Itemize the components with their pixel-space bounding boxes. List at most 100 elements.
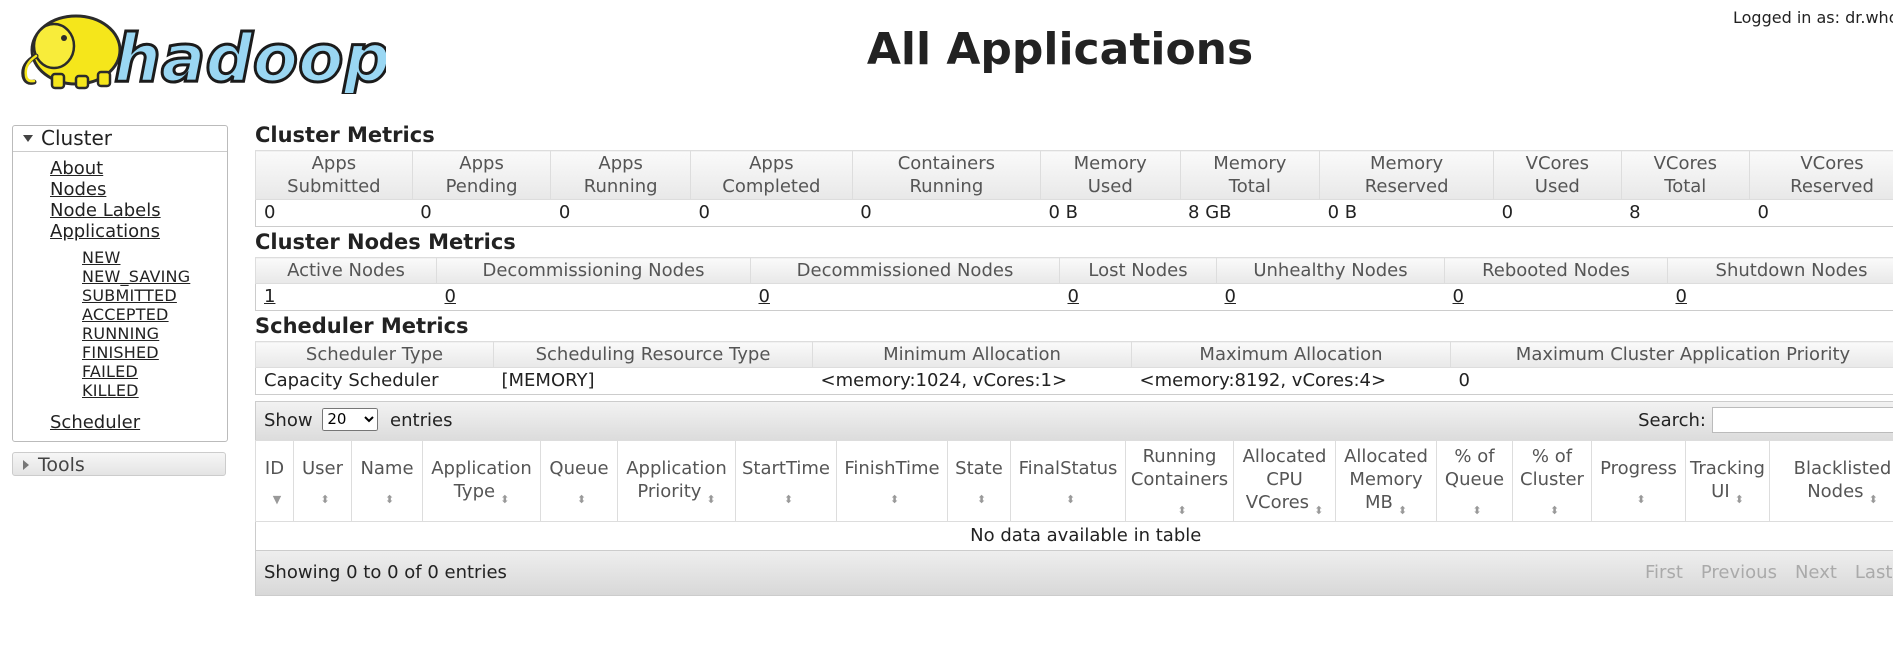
sort-icon: ⬍ — [976, 492, 987, 506]
empty-table-row: No data available in table — [255, 521, 1893, 551]
node-metrics-header-row: Active Nodes Decommissioning Nodes Decom… — [255, 257, 1893, 284]
node-metrics-title: Cluster Nodes Metrics — [255, 230, 516, 254]
metric-value: 0 B — [1319, 199, 1494, 227]
nav-state-running[interactable]: RUNNING — [82, 324, 159, 343]
column-header-user[interactable]: User ⬍ — [293, 440, 352, 522]
column-header[interactable]: Minimum Allocation — [812, 341, 1132, 368]
column-header-blacklisted-nodes[interactable]: Blacklisted Nodes ⬍ — [1769, 440, 1893, 522]
rebooted-nodes-link[interactable]: 0 — [1453, 286, 1464, 307]
column-header[interactable]: Apps Submitted — [255, 150, 413, 200]
metric-value: 0 — [690, 199, 853, 227]
main-content: Cluster Metrics Apps Submitted Apps Pendin… — [255, 120, 1893, 596]
sort-icon: ⬍ — [576, 492, 587, 506]
column-header[interactable]: Apps Running — [550, 150, 691, 200]
pager-last-button[interactable]: Last — [1846, 562, 1893, 583]
shutdown-nodes-link[interactable]: 0 — [1676, 286, 1687, 307]
column-header-tracking-ui[interactable]: Tracking UI ⬍ — [1685, 440, 1770, 522]
column-header[interactable]: Shutdown Nodes — [1667, 257, 1893, 284]
column-header[interactable]: Rebooted Nodes — [1444, 257, 1668, 284]
nav-state-submitted[interactable]: SUBMITTED — [82, 286, 177, 305]
applications-table-wrapper: Show 20 entries Search: ID ▼ User ⬍ Name ⬍ … — [255, 401, 1893, 596]
column-header[interactable]: Maximum Cluster Application Priority — [1450, 341, 1893, 368]
column-header[interactable]: Memory Total — [1179, 150, 1321, 200]
sort-icon: ⬍ — [1065, 492, 1076, 506]
column-header[interactable]: Apps Pending — [411, 150, 552, 200]
tools-nav-header[interactable]: Tools — [12, 452, 226, 476]
sort-icon: ⬍ — [1314, 504, 1324, 517]
column-header[interactable]: Memory Reserved — [1319, 150, 1495, 200]
column-header[interactable]: Containers Running — [851, 150, 1041, 200]
column-header[interactable]: Active Nodes — [255, 257, 437, 284]
scheduler-type-value: Capacity Scheduler — [255, 367, 494, 395]
page-title: All Applications — [866, 24, 1254, 75]
page-size-select[interactable]: 20 — [322, 407, 379, 431]
pager-next-button[interactable]: Next — [1786, 562, 1846, 583]
column-header-name[interactable]: Name ⬍ — [351, 440, 423, 522]
nav-state-finished[interactable]: FINISHED — [82, 343, 159, 362]
cluster-nav-header[interactable]: Cluster — [13, 126, 227, 152]
scheduler-metrics-header-row: Scheduler Type Scheduling Resource Type … — [255, 341, 1893, 368]
apps-header-row: ID ▼ User ⬍ Name ⬍ Application Type ⬍ Queue ⬍ … — [255, 440, 1893, 522]
cluster-metrics-table: Apps Submitted Apps Pending Apps Running Ap… — [255, 150, 1893, 227]
nav-scheduler-link[interactable]: Scheduler — [50, 412, 140, 433]
unhealthy-nodes-link[interactable]: 0 — [1225, 286, 1236, 307]
nav-state-failed[interactable]: FAILED — [82, 362, 138, 381]
chevron-down-icon — [23, 135, 33, 142]
cluster-metrics-header-row: Apps Submitted Apps Pending Apps Running Ap… — [255, 150, 1893, 200]
apps-table-toolbar: Show 20 entries Search: — [255, 401, 1893, 440]
nav-applications-link[interactable]: Applications — [50, 221, 160, 242]
sort-icon: ⬍ — [1868, 492, 1878, 506]
logged-in-user: Logged in as: dr.who — [1733, 8, 1893, 27]
column-header-progress[interactable]: Progress ⬍ — [1591, 440, 1686, 522]
column-header-finish-time[interactable]: FinishTime ⬍ — [836, 440, 948, 522]
sort-icon: ⬍ — [1636, 492, 1646, 506]
nav-state-new[interactable]: NEW — [82, 248, 121, 267]
node-metrics-table: Active Nodes Decommissioning Nodes Decom… — [255, 257, 1893, 311]
lost-nodes-link[interactable]: 0 — [1068, 286, 1079, 307]
column-header-start-time[interactable]: StartTime ⬍ — [735, 440, 837, 522]
column-header[interactable]: VCores Reserved — [1749, 150, 1893, 200]
column-header[interactable]: Memory Used — [1039, 150, 1181, 200]
nav-about-link[interactable]: About — [50, 158, 103, 179]
search-input[interactable] — [1712, 406, 1893, 433]
column-header-application-priority[interactable]: Application Priority ⬍ — [617, 440, 736, 522]
column-header-pct-queue[interactable]: % of Queue ⬍ — [1436, 440, 1513, 522]
column-header-running-containers[interactable]: Running Containers ⬍ — [1125, 440, 1234, 522]
table-info-text: Showing 0 to 0 of 0 entries — [264, 562, 507, 583]
nav-state-killed[interactable]: KILLED — [82, 381, 139, 400]
nav-state-accepted[interactable]: ACCEPTED — [82, 305, 169, 324]
nav-nodes-link[interactable]: Nodes — [50, 179, 106, 200]
pager-previous-button[interactable]: Previous — [1692, 562, 1786, 583]
column-header-pct-cluster[interactable]: % of Cluster ⬍ — [1512, 440, 1592, 522]
metric-value: 8 GB — [1180, 199, 1320, 227]
column-header[interactable]: Apps Completed — [689, 150, 853, 200]
column-header[interactable]: Unhealthy Nodes — [1216, 257, 1445, 284]
column-header-application-type[interactable]: Application Type ⬍ — [422, 440, 541, 522]
column-header[interactable]: Decommissioning Nodes — [436, 257, 751, 284]
column-header-id[interactable]: ID ▼ — [255, 440, 294, 522]
column-header-final-status[interactable]: FinalStatus ⬍ — [1010, 440, 1126, 522]
decommissioned-nodes-link[interactable]: 0 — [759, 286, 770, 307]
max-priority-value: 0 — [1450, 367, 1893, 395]
sort-icon: ⬍ — [1734, 492, 1744, 506]
column-header-allocated-memory[interactable]: Allocated Memory MB ⬍ — [1335, 440, 1437, 522]
column-header[interactable]: Scheduler Type — [255, 341, 494, 368]
column-header[interactable]: Scheduling Resource Type — [493, 341, 813, 368]
nav-state-new-saving[interactable]: NEW_SAVING — [82, 267, 190, 286]
column-header[interactable]: Lost Nodes — [1059, 257, 1217, 284]
column-header[interactable]: Decommissioned Nodes — [750, 257, 1060, 284]
column-header[interactable]: VCores Total — [1620, 150, 1751, 200]
column-header-allocated-cpu[interactable]: Allocated CPU VCores ⬍ — [1233, 440, 1336, 522]
column-header[interactable]: VCores Used — [1493, 150, 1622, 200]
nav-node-labels-link[interactable]: Node Labels — [50, 200, 161, 221]
scheduler-metrics-value-row: Capacity Scheduler [MEMORY] <memory:1024… — [255, 367, 1893, 395]
column-header[interactable]: Maximum Allocation — [1131, 341, 1451, 368]
sort-desc-icon: ▼ — [272, 492, 282, 506]
column-header-queue[interactable]: Queue ⬍ — [540, 440, 618, 522]
pager-first-button[interactable]: First — [1636, 562, 1692, 583]
decommissioning-nodes-link[interactable]: 0 — [445, 286, 456, 307]
show-label: Show — [264, 410, 313, 431]
active-nodes-link[interactable]: 1 — [264, 286, 275, 307]
search-label: Search: — [1638, 410, 1706, 431]
column-header-state[interactable]: State ⬍ — [947, 440, 1011, 522]
